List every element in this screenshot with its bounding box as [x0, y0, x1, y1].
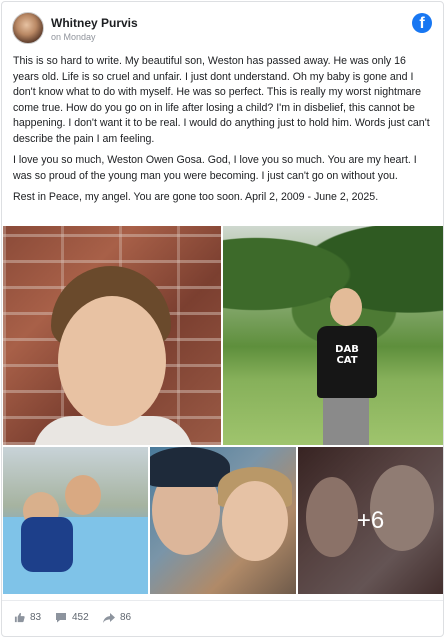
post-footer: 83 452 86 — [2, 600, 443, 636]
comments-count: 452 — [72, 612, 89, 623]
post-paragraph: This is so hard to write. My beautiful s… — [13, 55, 430, 145]
shares-count: 86 — [120, 612, 132, 623]
photo-head — [330, 288, 362, 326]
post-date[interactable]: on Monday — [51, 32, 96, 42]
comment-bubble-icon — [56, 613, 66, 623]
facebook-logo-icon[interactable]: f — [412, 13, 432, 33]
author-avatar[interactable] — [12, 12, 44, 44]
life-vest — [21, 517, 73, 572]
facebook-post-card: Whitney Purvis on Monday f This is so ha… — [1, 1, 444, 637]
photo-3[interactable] — [3, 447, 148, 594]
photo-4[interactable] — [150, 447, 296, 594]
comments-stat[interactable]: 452 — [55, 612, 89, 623]
post-header: Whitney Purvis on Monday f — [2, 2, 443, 46]
photo-face — [58, 296, 166, 426]
shirt-print: DAB CAT — [327, 344, 367, 366]
share-arrow-icon — [103, 612, 115, 623]
shirt-print-line: DAB — [335, 344, 359, 355]
photo-legs — [323, 396, 369, 445]
photo-face — [65, 475, 101, 515]
photo-1[interactable] — [3, 226, 221, 445]
author-name[interactable]: Whitney Purvis — [51, 16, 138, 30]
photo-hat — [150, 447, 230, 487]
photo-5-more[interactable]: +6 — [298, 447, 443, 594]
post-paragraph: I love you so much, Weston Owen Gosa. Go… — [13, 154, 417, 182]
post-body: This is so hard to write. My beautiful s… — [13, 54, 434, 212]
photo-face — [222, 481, 288, 561]
likes-stat[interactable]: 83 — [14, 612, 41, 623]
photo-grid: DAB CAT +6 — [2, 226, 443, 594]
more-photos-count[interactable]: +6 — [298, 447, 443, 594]
shares-stat[interactable]: 86 — [103, 612, 131, 623]
likes-count: 83 — [30, 612, 42, 623]
photo-2[interactable]: DAB CAT — [223, 226, 443, 445]
shirt-print-line: CAT — [336, 355, 358, 366]
thumbs-up-icon — [14, 612, 25, 623]
post-paragraph: Rest in Peace, my angel. You are gone to… — [13, 191, 379, 203]
